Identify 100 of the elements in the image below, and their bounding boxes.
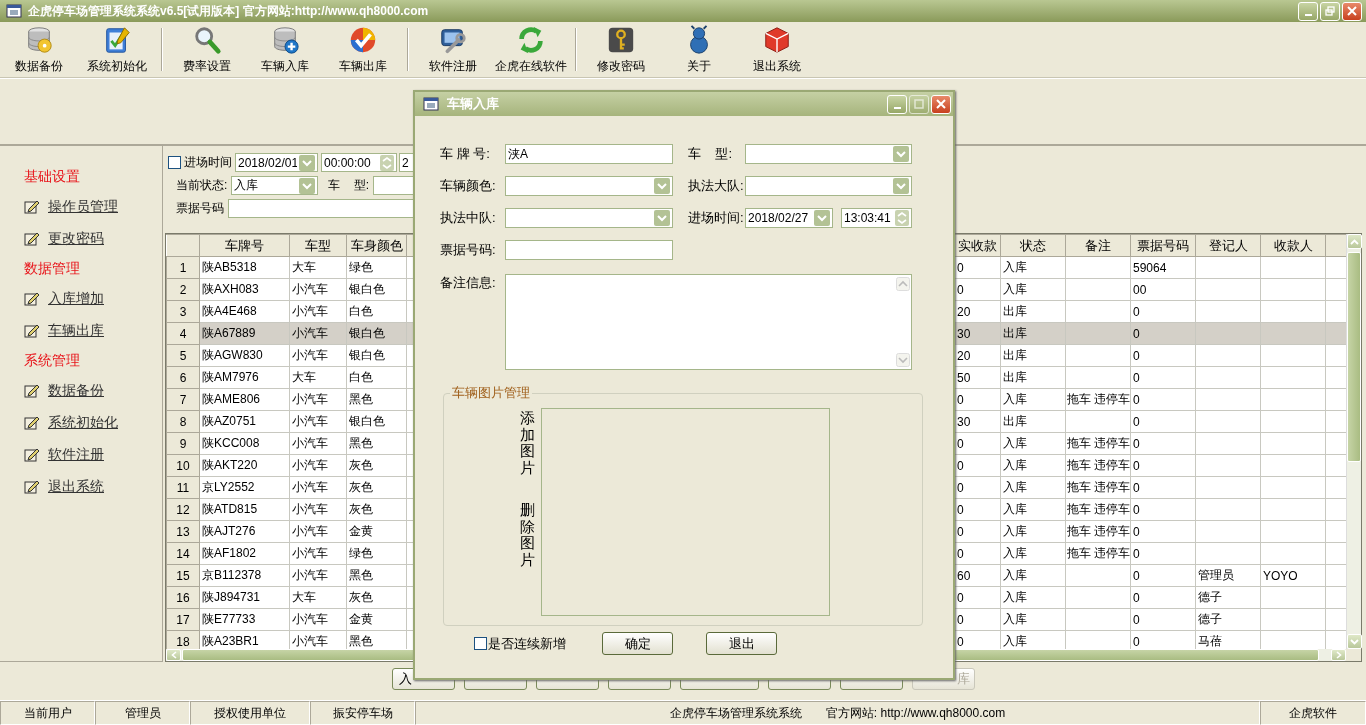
scroll-up-button[interactable]	[1347, 234, 1362, 249]
table-cell: 灰色	[346, 498, 407, 521]
column-header[interactable]: 实收款	[954, 234, 1001, 257]
table-cell: 小汽车	[289, 454, 347, 477]
table-cell: 陕AXH083	[199, 278, 290, 301]
table-cell: 陕E77733	[199, 608, 290, 631]
sidebar-link[interactable]: 更改密码	[48, 230, 104, 248]
button[interactable]: 确定	[602, 632, 673, 655]
scrollbar[interactable]	[1346, 234, 1361, 649]
table-cell: 0	[1130, 432, 1196, 455]
table-cell: 拖车 违停车	[1065, 476, 1131, 499]
column-header[interactable]: 收款人	[1260, 234, 1326, 257]
sidebar-link[interactable]: 系统初始化	[48, 414, 118, 432]
minimize-button[interactable]	[887, 94, 907, 114]
toolbar-button[interactable]: 关于	[660, 22, 738, 77]
table-cell: 大车	[289, 256, 347, 279]
window-title: 企虎停车场管理系统系统v6.5[试用版本] 官方网站:http://www.qh8000.com	[28, 2, 430, 20]
chevron-left-icon	[170, 651, 177, 659]
action-link[interactable]: 添加图片	[520, 410, 535, 476]
minimize-button[interactable]	[1298, 1, 1318, 21]
dropdown[interactable]	[505, 176, 673, 196]
table-cell: 大车	[289, 586, 347, 609]
sidebar-link[interactable]: 退出系统	[48, 478, 104, 496]
date-field[interactable]: 2018/02/01	[235, 153, 318, 172]
checkbox[interactable]	[168, 156, 181, 169]
toolbar-button[interactable]: 退出系统	[738, 22, 816, 77]
action-link[interactable]: 删除图片	[520, 502, 535, 568]
table-cell: 拖车 违停车	[1065, 542, 1131, 565]
time-field[interactable]: 13:03:41	[841, 208, 912, 228]
column-header[interactable]: 备注	[1065, 234, 1131, 257]
sidebar-link[interactable]: 数据备份	[48, 382, 104, 400]
note-icon	[24, 291, 40, 307]
table-cell: 陕AKT220	[199, 454, 290, 477]
column-header[interactable]: 登记人	[1195, 234, 1261, 257]
field-label: 票据号码	[175, 200, 224, 217]
row-number: 7	[166, 388, 200, 411]
table-cell: 京B112378	[199, 564, 290, 587]
close-button[interactable]	[1342, 1, 1362, 21]
table-cell: 德子	[1195, 608, 1261, 631]
key-icon	[606, 25, 636, 55]
column-header[interactable]: 状态	[1000, 234, 1066, 257]
table-cell: 陕AJT276	[199, 520, 290, 543]
restore-button[interactable]	[1320, 1, 1340, 21]
column-header[interactable]: 票据号码	[1130, 234, 1196, 257]
sidebar-link[interactable]: 车辆出库	[48, 322, 104, 340]
row-number: 9	[166, 432, 200, 455]
scroll-right-button[interactable]	[1331, 649, 1346, 661]
table-cell: 小汽车	[289, 300, 347, 323]
toolbar-button[interactable]: 车辆出库	[324, 22, 402, 77]
table-cell: 小汽车	[289, 498, 347, 521]
toolbar-button[interactable]: 车辆入库	[246, 22, 324, 77]
chevron-down-icon	[893, 178, 909, 194]
chevron-down-icon	[896, 353, 910, 367]
time-field[interactable]: 00:00:00	[321, 153, 397, 172]
column-header[interactable]: 车牌号	[199, 234, 290, 257]
input-field[interactable]	[505, 240, 673, 260]
input-field[interactable]: 浃A	[505, 144, 673, 164]
table-cell: 入库	[1000, 278, 1066, 301]
button[interactable]: 退出	[706, 632, 777, 655]
table-cell: 出库	[1000, 300, 1066, 323]
table-cell: 黑色	[346, 564, 407, 587]
scroll-down-button[interactable]	[1347, 634, 1362, 649]
close-icon	[936, 99, 946, 109]
toolbar-button[interactable]: 软件注册	[414, 22, 492, 77]
table-cell: 0	[1130, 366, 1196, 389]
scrollbar-thumb[interactable]	[1347, 252, 1361, 462]
toolbar-button[interactable]: 数据备份	[0, 22, 78, 77]
chevron-down-icon	[654, 178, 670, 194]
close-icon	[1347, 6, 1357, 16]
scroll-left-button[interactable]	[166, 649, 181, 661]
sidebar-link[interactable]: 操作员管理	[48, 198, 118, 216]
toolbar-button[interactable]: 费率设置	[168, 22, 246, 77]
close-button[interactable]	[931, 94, 951, 114]
date-field[interactable]: 2018/02/27	[745, 208, 833, 228]
toolbar-button[interactable]: 系统初始化	[78, 22, 156, 77]
dropdown[interactable]	[745, 144, 912, 164]
column-header[interactable]: 车型	[289, 234, 347, 257]
table-cell: 小汽车	[289, 542, 347, 565]
dropdown[interactable]: 入库	[231, 176, 319, 195]
checkbox[interactable]	[474, 637, 487, 650]
table-cell: 小汽车	[289, 564, 347, 587]
dropdown[interactable]	[505, 208, 673, 228]
spinner-icon	[380, 154, 394, 171]
row-number: 4	[166, 322, 200, 345]
table-cell: 陕AF1802	[199, 542, 290, 565]
window-icon	[423, 96, 439, 112]
refresh-icon	[516, 25, 546, 55]
row-number: 3	[166, 300, 200, 323]
note-icon	[24, 415, 40, 431]
table-cell: 入库	[1000, 388, 1066, 411]
sidebar-link[interactable]: 入库增加	[48, 290, 104, 308]
checkbox-label: 是否连续新增	[488, 634, 566, 653]
note-icon	[24, 231, 40, 247]
sidebar-link[interactable]: 软件注册	[48, 446, 104, 464]
toolbar-button[interactable]: 企虎在线软件	[492, 22, 570, 77]
dropdown[interactable]	[745, 176, 912, 196]
text-area[interactable]	[505, 274, 912, 370]
toolbar-button[interactable]: 修改密码	[582, 22, 660, 77]
column-header[interactable]: 车身颜色	[346, 234, 407, 257]
table-cell: 入库	[1000, 432, 1066, 455]
